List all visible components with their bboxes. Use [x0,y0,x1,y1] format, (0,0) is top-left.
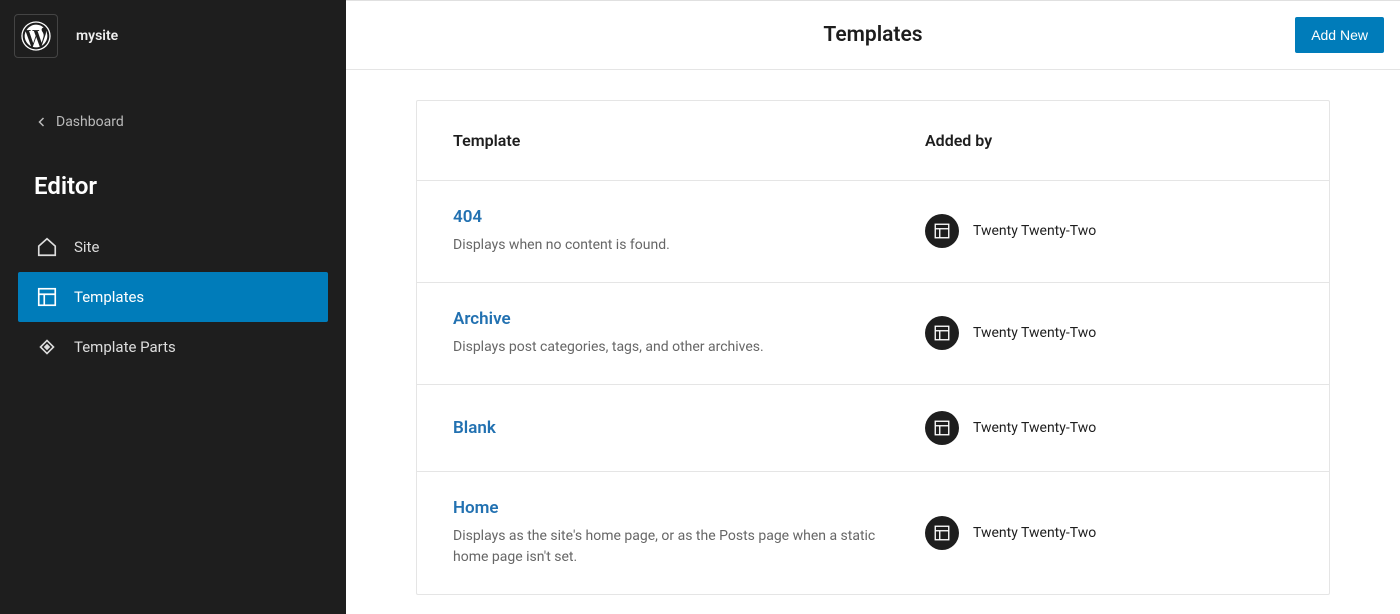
theme-icon [925,516,959,550]
home-icon [36,236,58,258]
top-bar: Templates Add New [346,1,1400,70]
template-description: Displays as the site's home page, or as … [453,526,901,568]
template-info: Home Displays as the site's home page, o… [453,498,925,568]
added-by-label: Twenty Twenty-Two [973,325,1096,341]
back-link-label: Dashboard [56,114,124,130]
back-to-dashboard-link[interactable]: Dashboard [18,104,328,140]
template-info: Archive Displays post categories, tags, … [453,309,925,358]
wordpress-icon [20,20,52,52]
template-link[interactable]: 404 [453,207,901,227]
layout-icon [933,524,951,542]
nav-item-label: Template Parts [74,338,176,356]
added-by-cell: Twenty Twenty-Two [925,316,1293,350]
nav-item-site[interactable]: Site [18,222,328,272]
template-link[interactable]: Home [453,498,901,518]
wordpress-logo[interactable] [14,14,58,58]
table-row: 404 Displays when no content is found. T… [417,181,1329,283]
col-header-added-by: Added by [925,131,1293,150]
template-description: Displays post categories, tags, and othe… [453,337,901,358]
site-name: mysite [76,28,118,44]
theme-icon [925,214,959,248]
added-by-label: Twenty Twenty-Two [973,420,1096,436]
layout-icon [933,419,951,437]
theme-icon [925,316,959,350]
templates-table: Template Added by 404 Displays when no c… [416,100,1330,595]
sidebar-header: mysite [0,0,346,72]
layout-icon [933,324,951,342]
table-header: Template Added by [417,101,1329,181]
added-by-label: Twenty Twenty-Two [973,223,1096,239]
add-new-button[interactable]: Add New [1295,17,1384,53]
sidebar: mysite Dashboard Editor Site Templates T… [0,0,346,614]
table-row: Archive Displays post categories, tags, … [417,283,1329,385]
table-row: Blank Twenty Twenty-Two [417,385,1329,472]
template-info: 404 Displays when no content is found. [453,207,925,256]
diamond-icon [36,336,58,358]
added-by-cell: Twenty Twenty-Two [925,411,1293,445]
template-description: Displays when no content is found. [453,235,901,256]
main-content: Templates Add New Template Added by 404 … [346,0,1400,614]
page-title: Templates [823,23,922,47]
template-link[interactable]: Archive [453,309,901,329]
added-by-label: Twenty Twenty-Two [973,525,1096,541]
chevron-left-icon [36,116,48,128]
nav-item-templates[interactable]: Templates [18,272,328,322]
nav-item-label: Templates [74,288,144,306]
template-info: Blank [453,418,925,438]
layout-icon [36,286,58,308]
nav-item-label: Site [74,238,99,256]
table-row: Home Displays as the site's home page, o… [417,472,1329,594]
nav-item-template-parts[interactable]: Template Parts [18,322,328,372]
added-by-cell: Twenty Twenty-Two [925,214,1293,248]
content-area: Template Added by 404 Displays when no c… [346,70,1400,614]
col-header-template: Template [453,131,925,150]
theme-icon [925,411,959,445]
template-link[interactable]: Blank [453,418,901,438]
added-by-cell: Twenty Twenty-Two [925,516,1293,550]
sidebar-heading: Editor [0,168,346,222]
layout-icon [933,222,951,240]
